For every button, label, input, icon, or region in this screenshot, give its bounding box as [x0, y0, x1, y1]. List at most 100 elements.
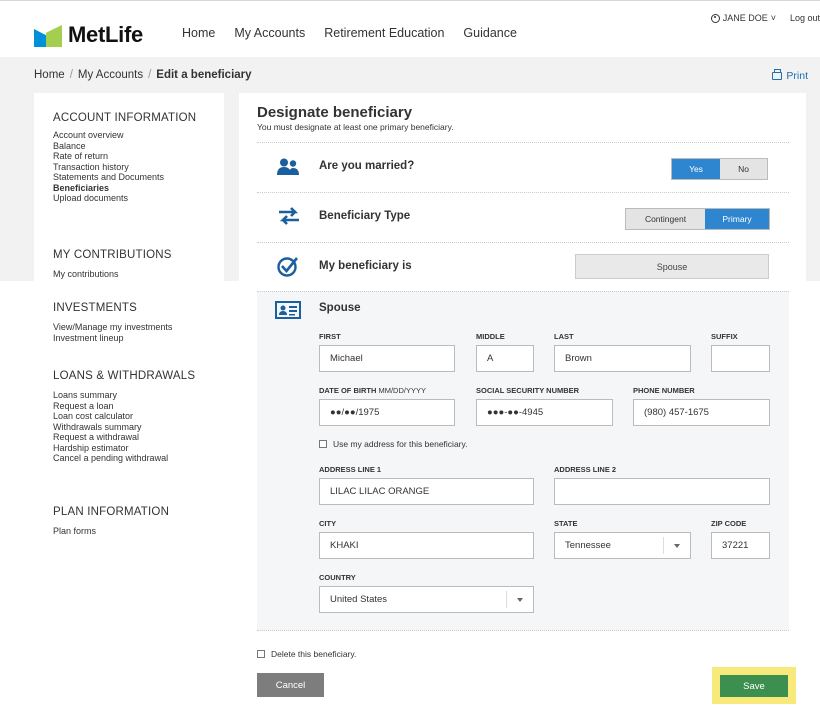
city-input[interactable]: KHAKI: [319, 532, 534, 559]
married-row: Are you married? Yes No: [257, 142, 789, 192]
sidebar-section-loans-withdrawals: LOANS & WITHDRAWALS Loans summary Reques…: [53, 370, 195, 464]
first-name-label: FIRST: [319, 332, 341, 341]
middle-name-input[interactable]: A: [476, 345, 534, 372]
people-icon: [277, 158, 299, 175]
address2-label: ADDRESS LINE 2: [554, 465, 617, 474]
brand-name: MetLife: [68, 22, 143, 47]
nav-home[interactable]: Home: [182, 26, 215, 40]
sidebar-item-plan-forms[interactable]: Plan forms: [53, 526, 169, 537]
ssn-input[interactable]: ●●●-●●-4945: [476, 399, 613, 426]
sidebar-section-title: PLAN INFORMATION: [53, 506, 170, 518]
married-yes-button[interactable]: Yes: [672, 159, 720, 179]
country-select[interactable]: United States: [319, 586, 534, 613]
ssn-label: SOCIAL SECURITY NUMBER: [476, 386, 580, 395]
user-name: JANE DOE: [722, 13, 768, 23]
swap-arrows-icon: [279, 207, 299, 225]
chevron-down-icon: [517, 598, 523, 602]
sidebar-section-investments: INVESTMENTS View/Manage my investments I…: [53, 302, 172, 343]
nav-retirement-education[interactable]: Retirement Education: [324, 26, 444, 40]
sidebar-item-cancel-pending-withdrawal[interactable]: Cancel a pending withdrawal: [53, 453, 195, 464]
sidebar-item-loan-cost-calculator[interactable]: Loan cost calculator: [53, 411, 195, 422]
phone-input[interactable]: (980) 457-1675: [633, 399, 770, 426]
beneficiary-type-toggle: Contingent Primary: [625, 208, 770, 230]
suffix-label: SUFFIX: [711, 332, 738, 341]
id-card-icon: [275, 301, 301, 319]
relation-value: Spouse: [575, 254, 769, 279]
logout-link[interactable]: Log out: [790, 13, 820, 23]
sidebar-item-account-overview[interactable]: Account overview: [53, 130, 196, 141]
last-name-input[interactable]: Brown: [554, 345, 691, 372]
nav-my-accounts[interactable]: My Accounts: [234, 26, 305, 40]
married-toggle: Yes No: [671, 158, 768, 180]
last-name-label: LAST: [554, 332, 574, 341]
sidebar-item-beneficiaries[interactable]: Beneficiaries: [53, 183, 196, 194]
married-no-button[interactable]: No: [720, 159, 767, 179]
page-title: Designate beneficiary: [257, 104, 413, 121]
sidebar-item-transaction-history[interactable]: Transaction history: [53, 162, 196, 173]
zip-label: ZIP CODE: [711, 519, 747, 528]
user-menu: JANE DOE ˅ Log out: [710, 13, 820, 23]
sidebar-item-upload-documents[interactable]: Upload documents: [53, 193, 196, 204]
breadcrumb-my-accounts[interactable]: My Accounts: [78, 69, 143, 81]
country-label: COUNTRY: [319, 573, 356, 582]
print-link[interactable]: Print: [772, 69, 808, 82]
save-button[interactable]: Save: [720, 675, 788, 697]
address2-input[interactable]: [554, 478, 770, 505]
state-select-value: Tennessee: [565, 540, 611, 551]
sidebar-section-title: INVESTMENTS: [53, 302, 137, 314]
use-my-address-checkbox[interactable]: [319, 440, 327, 448]
header: MetLife Home My Accounts Retirement Educ…: [0, 0, 820, 57]
sidebar-item-request-loan[interactable]: Request a loan: [53, 401, 195, 412]
use-my-address-label: Use my address for this beneficiary.: [333, 439, 468, 449]
sidebar: ACCOUNT INFORMATION Account overview Bal…: [34, 93, 224, 719]
suffix-input[interactable]: [711, 345, 770, 372]
main-nav: Home My Accounts Retirement Education Gu…: [182, 26, 536, 40]
sidebar-item-my-contributions[interactable]: My contributions: [53, 269, 172, 280]
sidebar-item-view-manage-investments[interactable]: View/Manage my investments: [53, 322, 172, 333]
city-label: CITY: [319, 519, 337, 528]
middle-name-label: MIDDLE: [476, 332, 505, 341]
sidebar-item-statements-documents[interactable]: Statements and Documents: [53, 172, 196, 183]
breadcrumb-home[interactable]: Home: [34, 69, 65, 81]
nav-guidance[interactable]: Guidance: [463, 26, 517, 40]
spouse-form: Spouse FIRST MIDDLE LAST SUFFIX Michael …: [257, 291, 789, 631]
user-icon: [710, 13, 720, 23]
main-panel: Designate beneficiary You must designate…: [239, 93, 806, 719]
address1-label: ADDRESS LINE 1: [319, 465, 382, 474]
sidebar-section-my-contributions: MY CONTRIBUTIONS My contributions: [53, 249, 172, 280]
delete-beneficiary-checkbox[interactable]: [257, 650, 265, 658]
beneficiary-type-row: Beneficiary Type Contingent Primary: [257, 192, 789, 242]
delete-beneficiary-label: Delete this beneficiary.: [271, 649, 357, 659]
metlife-logo-icon: [34, 23, 62, 47]
state-select[interactable]: Tennessee: [554, 532, 691, 559]
cancel-button[interactable]: Cancel: [257, 673, 324, 697]
sidebar-item-balance[interactable]: Balance: [53, 141, 196, 152]
sidebar-item-rate-of-return[interactable]: Rate of return: [53, 151, 196, 162]
married-question: Are you married?: [319, 160, 415, 172]
country-select-value: United States: [330, 594, 388, 605]
sidebar-item-investment-lineup[interactable]: Investment lineup: [53, 333, 172, 344]
metlife-logo[interactable]: MetLife: [34, 22, 143, 48]
sidebar-item-withdrawals-summary[interactable]: Withdrawals summary: [53, 422, 195, 433]
sidebar-section-title: ACCOUNT INFORMATION: [53, 112, 197, 124]
sidebar-item-loans-summary[interactable]: Loans summary: [53, 390, 195, 401]
dob-input[interactable]: ●●/●●/1975: [319, 399, 455, 426]
first-name-input[interactable]: Michael: [319, 345, 455, 372]
chevron-down-icon: ˅: [770, 13, 776, 23]
user-account-menu[interactable]: JANE DOE ˅: [710, 13, 776, 23]
phone-label: PHONE NUMBER: [633, 386, 695, 395]
print-label: Print: [786, 70, 808, 82]
chevron-down-icon: [674, 544, 680, 548]
breadcrumb: Home / My Accounts / Edit a beneficiary: [34, 69, 252, 81]
sidebar-section-account-information: ACCOUNT INFORMATION Account overview Bal…: [53, 112, 196, 204]
sidebar-item-request-withdrawal[interactable]: Request a withdrawal: [53, 432, 195, 443]
address1-input[interactable]: LILAC LILAC ORANGE: [319, 478, 534, 505]
zip-input[interactable]: 37221: [711, 532, 770, 559]
sidebar-item-hardship-estimator[interactable]: Hardship estimator: [53, 443, 195, 454]
primary-button[interactable]: Primary: [705, 209, 769, 229]
beneficiary-type-label: Beneficiary Type: [319, 210, 411, 222]
state-label: STATE: [554, 519, 578, 528]
dob-label: DATE OF BIRTH MM/DD/YYYY: [319, 386, 426, 395]
breadcrumb-current: Edit a beneficiary: [156, 69, 252, 81]
contingent-button[interactable]: Contingent: [626, 209, 705, 229]
